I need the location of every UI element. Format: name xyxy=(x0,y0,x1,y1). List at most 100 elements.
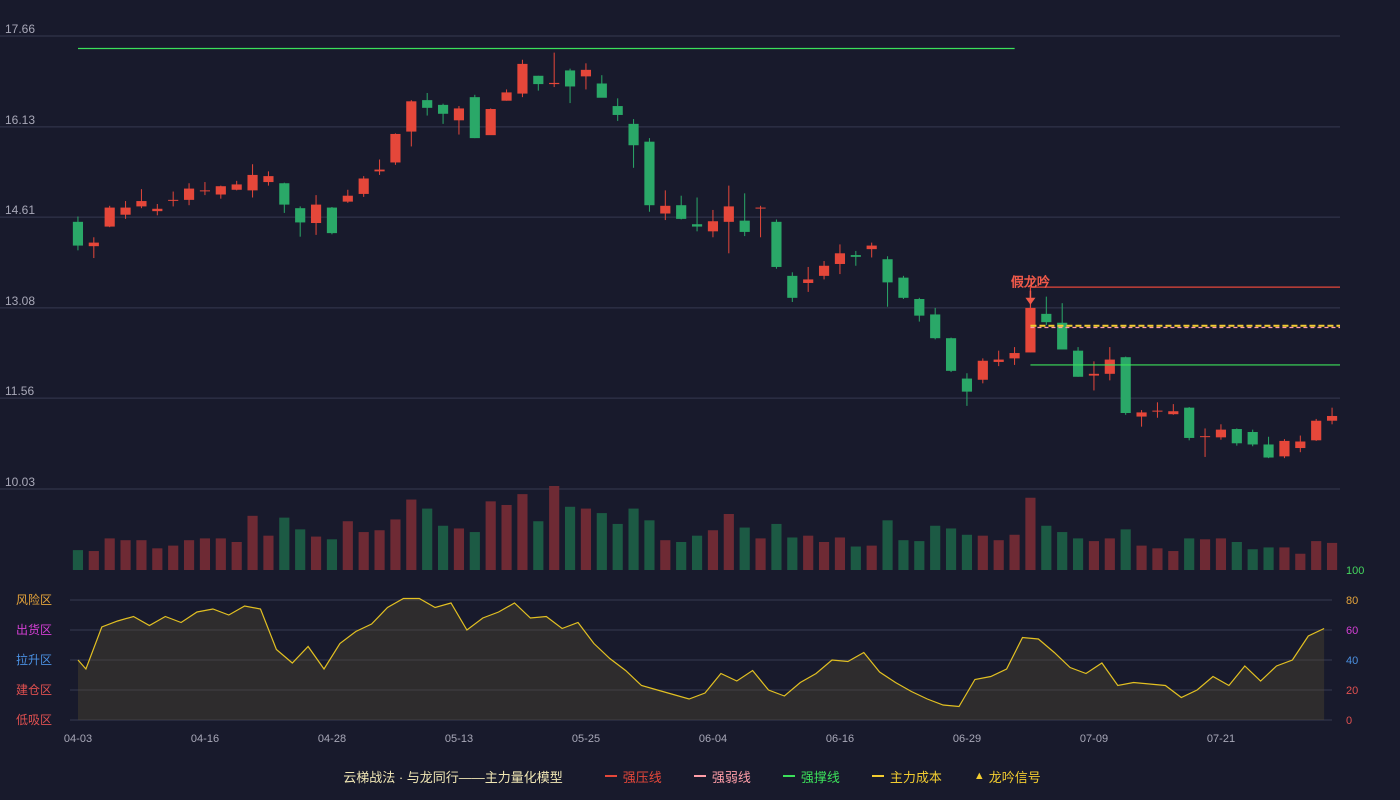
volume-bar xyxy=(961,534,973,570)
candle-body xyxy=(183,188,195,200)
volume-bar xyxy=(914,541,925,570)
volume-bar xyxy=(723,514,734,570)
zone-label: 出货区 xyxy=(16,622,52,637)
candle-body xyxy=(1247,432,1258,445)
candle-body xyxy=(1041,313,1052,323)
volume-bar xyxy=(612,523,623,570)
candle-body xyxy=(422,100,433,108)
candle-body xyxy=(1072,350,1084,377)
candle-body xyxy=(1104,359,1115,374)
signal-arrow-icon xyxy=(1025,297,1036,305)
legend-item-signal[interactable]: ▲ 龙吟信号 xyxy=(974,767,1041,786)
stock-chart: 17.66 16.13 14.61 13.08 11.56 10.03 假龙吟 100 80 60… xyxy=(0,22,1364,745)
candle-body xyxy=(834,253,846,264)
volume-bar xyxy=(803,535,814,570)
indicator-y-tick: 60 xyxy=(1346,625,1358,637)
candle-body xyxy=(72,221,84,246)
volume-bar xyxy=(707,530,719,570)
candle-body xyxy=(88,242,99,247)
candle-body xyxy=(374,169,385,172)
candle-body xyxy=(739,220,750,232)
zone-label: 风险区 xyxy=(16,592,52,607)
volume-bar xyxy=(326,539,338,570)
candle-body xyxy=(914,299,925,316)
candle-body xyxy=(310,204,322,224)
legend-item-weak[interactable]: 强弱线 xyxy=(693,767,751,786)
candle-body xyxy=(1215,429,1227,438)
volume-bar xyxy=(1009,534,1020,570)
candle-body xyxy=(723,206,734,222)
candle-body xyxy=(326,207,338,234)
volume-bar xyxy=(406,499,417,570)
candle-body xyxy=(533,75,544,85)
candle-body xyxy=(818,265,830,276)
legend-item-cost[interactable]: 主力成本 xyxy=(871,767,942,786)
legend-swatch-support xyxy=(782,775,795,777)
volume-bar xyxy=(422,508,433,570)
volume-bar xyxy=(517,494,528,570)
volume-bar xyxy=(1231,542,1242,570)
volume-bar xyxy=(1263,547,1274,570)
legend-swatch-weak xyxy=(693,775,706,777)
volume-bar xyxy=(993,540,1004,570)
legend-swatch-resistance xyxy=(604,775,617,777)
x-tick-label: 07-21 xyxy=(1207,733,1235,745)
volume-bar xyxy=(168,545,179,570)
legend-title: 云梯战法 · 与龙同行——主力量化模型 xyxy=(343,769,563,785)
volume-bar xyxy=(310,536,322,570)
candle-body xyxy=(771,221,782,267)
volume-bar xyxy=(596,513,607,570)
candle-body xyxy=(993,359,1004,362)
candle-body xyxy=(136,201,147,207)
candle-body xyxy=(358,178,369,194)
volume-bar xyxy=(469,532,480,570)
volume-bar xyxy=(485,501,496,570)
x-tick-label: 06-16 xyxy=(826,733,854,745)
volume-bar xyxy=(1184,538,1195,570)
volume-bar xyxy=(1120,529,1131,570)
legend-label: 强弱线 xyxy=(711,769,751,785)
volume-bar xyxy=(549,486,560,570)
volume-bar xyxy=(1279,547,1290,570)
candle-body xyxy=(295,208,306,223)
indicator-y-tick: 0 xyxy=(1346,715,1352,727)
candle-body xyxy=(850,255,861,257)
y-tick-label: 14.61 xyxy=(5,203,35,217)
candle-body xyxy=(1295,441,1306,449)
volume-bar xyxy=(644,520,655,570)
legend-item-support[interactable]: 强撑线 xyxy=(782,767,840,786)
candle-body xyxy=(247,174,258,191)
candle-body xyxy=(1263,444,1274,458)
candle-body xyxy=(1025,307,1036,353)
volume-bar xyxy=(453,528,465,570)
candle-body xyxy=(152,208,163,212)
volume-bar xyxy=(104,538,115,570)
candle-body xyxy=(1231,429,1242,444)
volume-bar xyxy=(120,540,131,570)
candle-body xyxy=(1009,353,1020,359)
volume-bar xyxy=(691,535,703,570)
candle-body xyxy=(1199,436,1211,438)
candle-body xyxy=(866,245,877,250)
volume-bar xyxy=(1326,542,1338,570)
candle-body xyxy=(120,207,131,215)
candle-body xyxy=(803,279,814,283)
candle-body xyxy=(168,199,179,201)
zone-label: 低吸区 xyxy=(16,713,52,727)
x-tick-label: 04-28 xyxy=(318,733,346,745)
volume-bar xyxy=(358,532,369,570)
volume-bar xyxy=(564,506,576,570)
candle-body xyxy=(406,101,417,132)
candle-body xyxy=(1311,420,1322,441)
candle-body xyxy=(517,63,528,94)
volume-bar xyxy=(1041,525,1052,570)
candle-body xyxy=(755,207,766,209)
volume-bar xyxy=(263,535,274,570)
candle-body xyxy=(676,205,687,219)
volume-bar xyxy=(152,548,163,570)
legend-item-resistance[interactable]: 强压线 xyxy=(604,767,662,786)
volume-bar xyxy=(1152,548,1163,570)
volume-bar xyxy=(1199,539,1211,570)
candle-body xyxy=(1120,357,1131,414)
volume-bar xyxy=(374,530,385,570)
